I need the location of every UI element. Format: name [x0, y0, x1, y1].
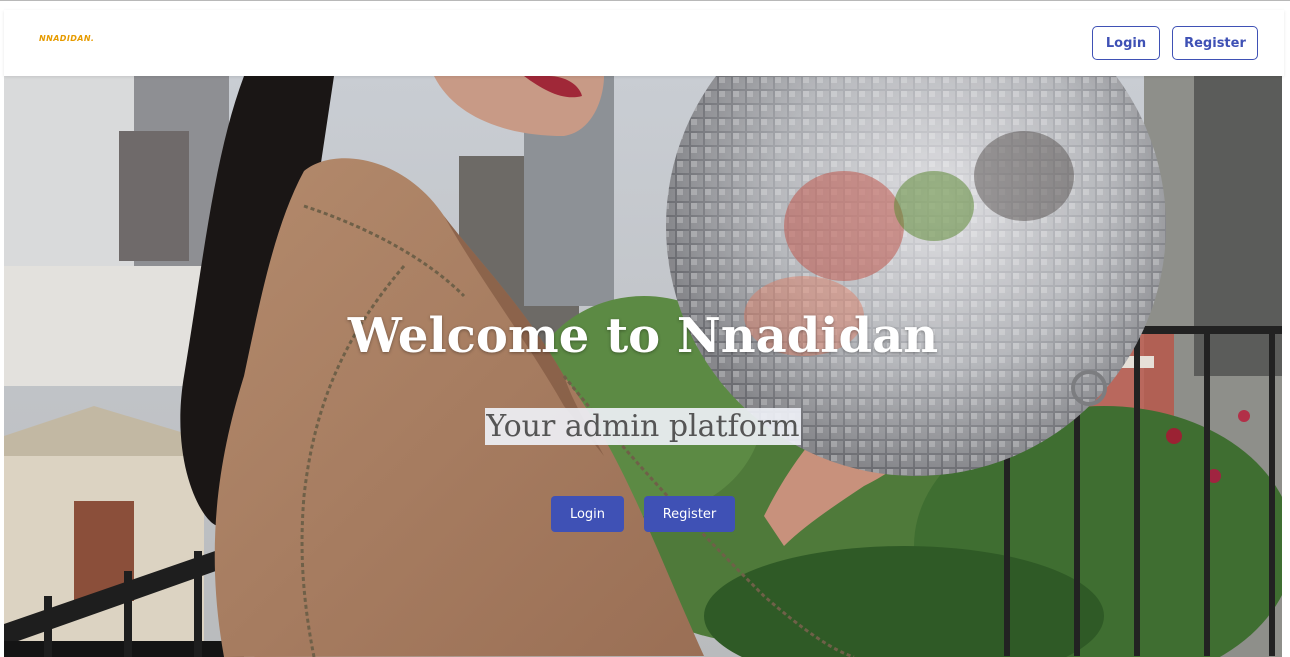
landing-page: NNADIDAN. Login Register Welcome to Nnad… [0, 0, 1290, 657]
hero-subtitle-container: Your admin platform [4, 408, 1282, 445]
top-navbar: NNADIDAN. Login Register [4, 10, 1284, 76]
nav-login-button[interactable]: Login [1092, 26, 1160, 60]
hero-photo [4, 76, 1282, 657]
hero-title: Welcome to Nnadidan [347, 308, 939, 364]
hero-login-button[interactable]: Login [551, 496, 624, 532]
hero-subtitle: Your admin platform [485, 408, 801, 445]
hero-register-button[interactable]: Register [644, 496, 735, 532]
brand-logo[interactable]: NNADIDAN. [39, 34, 94, 43]
hero-section: Welcome to Nnadidan Your admin platform … [4, 76, 1282, 657]
nav-register-button[interactable]: Register [1172, 26, 1258, 60]
browser-top-border [0, 0, 1290, 1]
